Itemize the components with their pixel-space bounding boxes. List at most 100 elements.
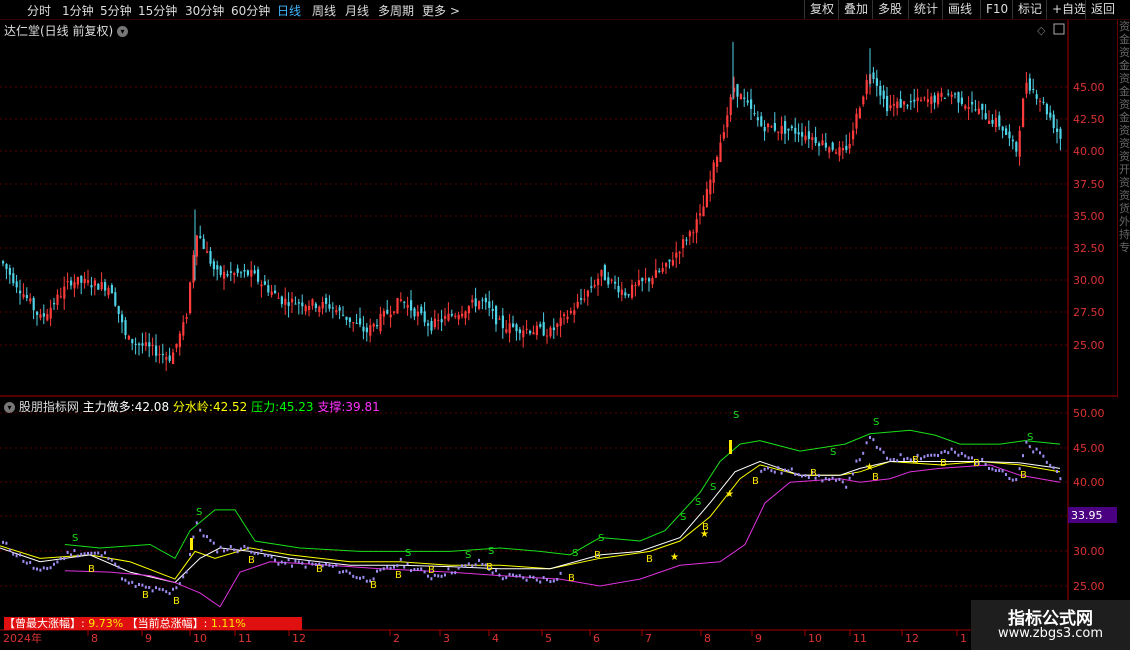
indicator-bar bbox=[420, 567, 423, 571]
indicator-bar bbox=[246, 546, 249, 550]
candle-body bbox=[940, 92, 943, 97]
indicator-bar bbox=[32, 566, 35, 570]
sell-marker: S bbox=[695, 497, 701, 508]
candle-body bbox=[756, 117, 759, 121]
candle-body bbox=[634, 285, 637, 287]
indicator-bar bbox=[80, 552, 83, 556]
indicator-bar bbox=[797, 473, 800, 477]
candle-body bbox=[1035, 94, 1038, 99]
indicator-bar bbox=[178, 582, 181, 586]
indicator-bar bbox=[393, 565, 395, 569]
indicator-bar bbox=[297, 560, 300, 564]
candle-body bbox=[651, 277, 654, 285]
indicator-bar bbox=[49, 566, 52, 570]
indicator-bar bbox=[304, 565, 307, 569]
indicator-bar bbox=[138, 583, 140, 587]
watermark: 指标公式网 www.zbgs3.com bbox=[971, 600, 1130, 650]
candle-body bbox=[338, 307, 341, 311]
candle-body bbox=[828, 147, 831, 153]
indicator-bar bbox=[386, 565, 389, 569]
candle-body bbox=[886, 95, 889, 112]
candle-body bbox=[352, 322, 355, 324]
price-tick: 42.50 bbox=[1073, 113, 1105, 126]
candle-body bbox=[127, 335, 130, 340]
indicator-bar bbox=[403, 565, 406, 569]
indicator-bar bbox=[73, 549, 76, 553]
indicator-bar bbox=[389, 566, 392, 570]
indicator-bar bbox=[325, 562, 327, 566]
candle-body bbox=[274, 290, 277, 294]
diamond-icon[interactable]: ◇ bbox=[1037, 24, 1046, 37]
indicator-bar bbox=[131, 580, 134, 584]
candle-body bbox=[797, 132, 800, 135]
candle-body bbox=[406, 304, 409, 308]
candle-body bbox=[512, 323, 515, 327]
indicator-bar bbox=[202, 534, 205, 538]
candle-body bbox=[505, 329, 508, 333]
candle-body bbox=[39, 314, 42, 318]
candle-body bbox=[767, 123, 770, 128]
candle-body bbox=[566, 316, 569, 320]
buy-marker: B bbox=[646, 554, 653, 565]
candle-body bbox=[280, 296, 283, 305]
candle-body bbox=[243, 269, 246, 272]
indicator-bar bbox=[376, 569, 378, 573]
indicator-bar bbox=[542, 576, 545, 580]
candle-body bbox=[342, 314, 345, 316]
candle-body bbox=[1015, 142, 1018, 152]
candle-body bbox=[291, 298, 294, 303]
indicator-bar bbox=[342, 570, 344, 574]
indicator-bar bbox=[882, 450, 885, 454]
indicator-bar bbox=[36, 567, 38, 571]
indicator-bar bbox=[161, 588, 164, 592]
buy-marker: B bbox=[370, 580, 377, 591]
candle-body bbox=[841, 148, 844, 151]
candle-body bbox=[355, 322, 358, 324]
candle-body bbox=[1052, 114, 1055, 129]
right-sidebar[interactable]: 资 金 资 金 资 金 资 金 资 资 资 开 资 资 货 外 持 专 bbox=[1117, 20, 1130, 398]
indicator-bar bbox=[236, 550, 239, 554]
indicator-grid bbox=[0, 412, 1068, 587]
indicator-bar bbox=[328, 563, 331, 567]
chart-canvas[interactable]: 45.00 42.50 40.00 37.50 35.00 32.50 30.0… bbox=[0, 0, 1130, 650]
candle-body bbox=[461, 313, 464, 317]
buy-marker: B bbox=[752, 476, 759, 487]
star-marker: ★ bbox=[725, 489, 734, 500]
candle-body bbox=[984, 113, 987, 120]
candle-body bbox=[620, 289, 623, 295]
candle-body bbox=[63, 286, 66, 299]
indicator-tick: 40.00 bbox=[1073, 476, 1105, 489]
candle-body bbox=[216, 265, 219, 270]
indicator-bar bbox=[991, 467, 994, 471]
indicator-bar bbox=[172, 587, 174, 591]
candle-body bbox=[168, 355, 171, 361]
candle-body bbox=[301, 302, 304, 307]
time-label: 4 bbox=[492, 632, 499, 645]
sell-marker: S bbox=[465, 550, 471, 561]
candle-body bbox=[5, 264, 8, 269]
candle-body bbox=[165, 357, 168, 360]
candle-body bbox=[1032, 88, 1035, 90]
candle-body bbox=[665, 263, 668, 267]
candle-body bbox=[240, 272, 243, 274]
candle-body bbox=[603, 265, 606, 281]
candle-body bbox=[284, 298, 287, 305]
total-gain-value: 1.11% bbox=[210, 617, 246, 630]
indicator-bar bbox=[1042, 454, 1045, 458]
candle-body bbox=[223, 271, 226, 279]
candle-body bbox=[1028, 78, 1031, 91]
indicator-bar bbox=[546, 578, 548, 582]
candle-body bbox=[1022, 98, 1025, 128]
window-icon[interactable] bbox=[1053, 23, 1065, 35]
main-long-line bbox=[0, 460, 1061, 584]
indicator-bar bbox=[270, 555, 273, 559]
candle-body bbox=[87, 280, 90, 283]
signal-markers: SSS S S SSSSSSSSSBBBBBBB B BBB BBBB BB B BB★★★★ bbox=[72, 410, 1033, 607]
candle-body bbox=[501, 315, 504, 329]
candle-body bbox=[488, 301, 491, 308]
candle-body bbox=[552, 327, 555, 331]
indicator-bar bbox=[294, 559, 297, 563]
candle-body bbox=[144, 342, 147, 347]
star-marker: ★ bbox=[670, 552, 679, 563]
indicator-bar bbox=[141, 583, 144, 587]
